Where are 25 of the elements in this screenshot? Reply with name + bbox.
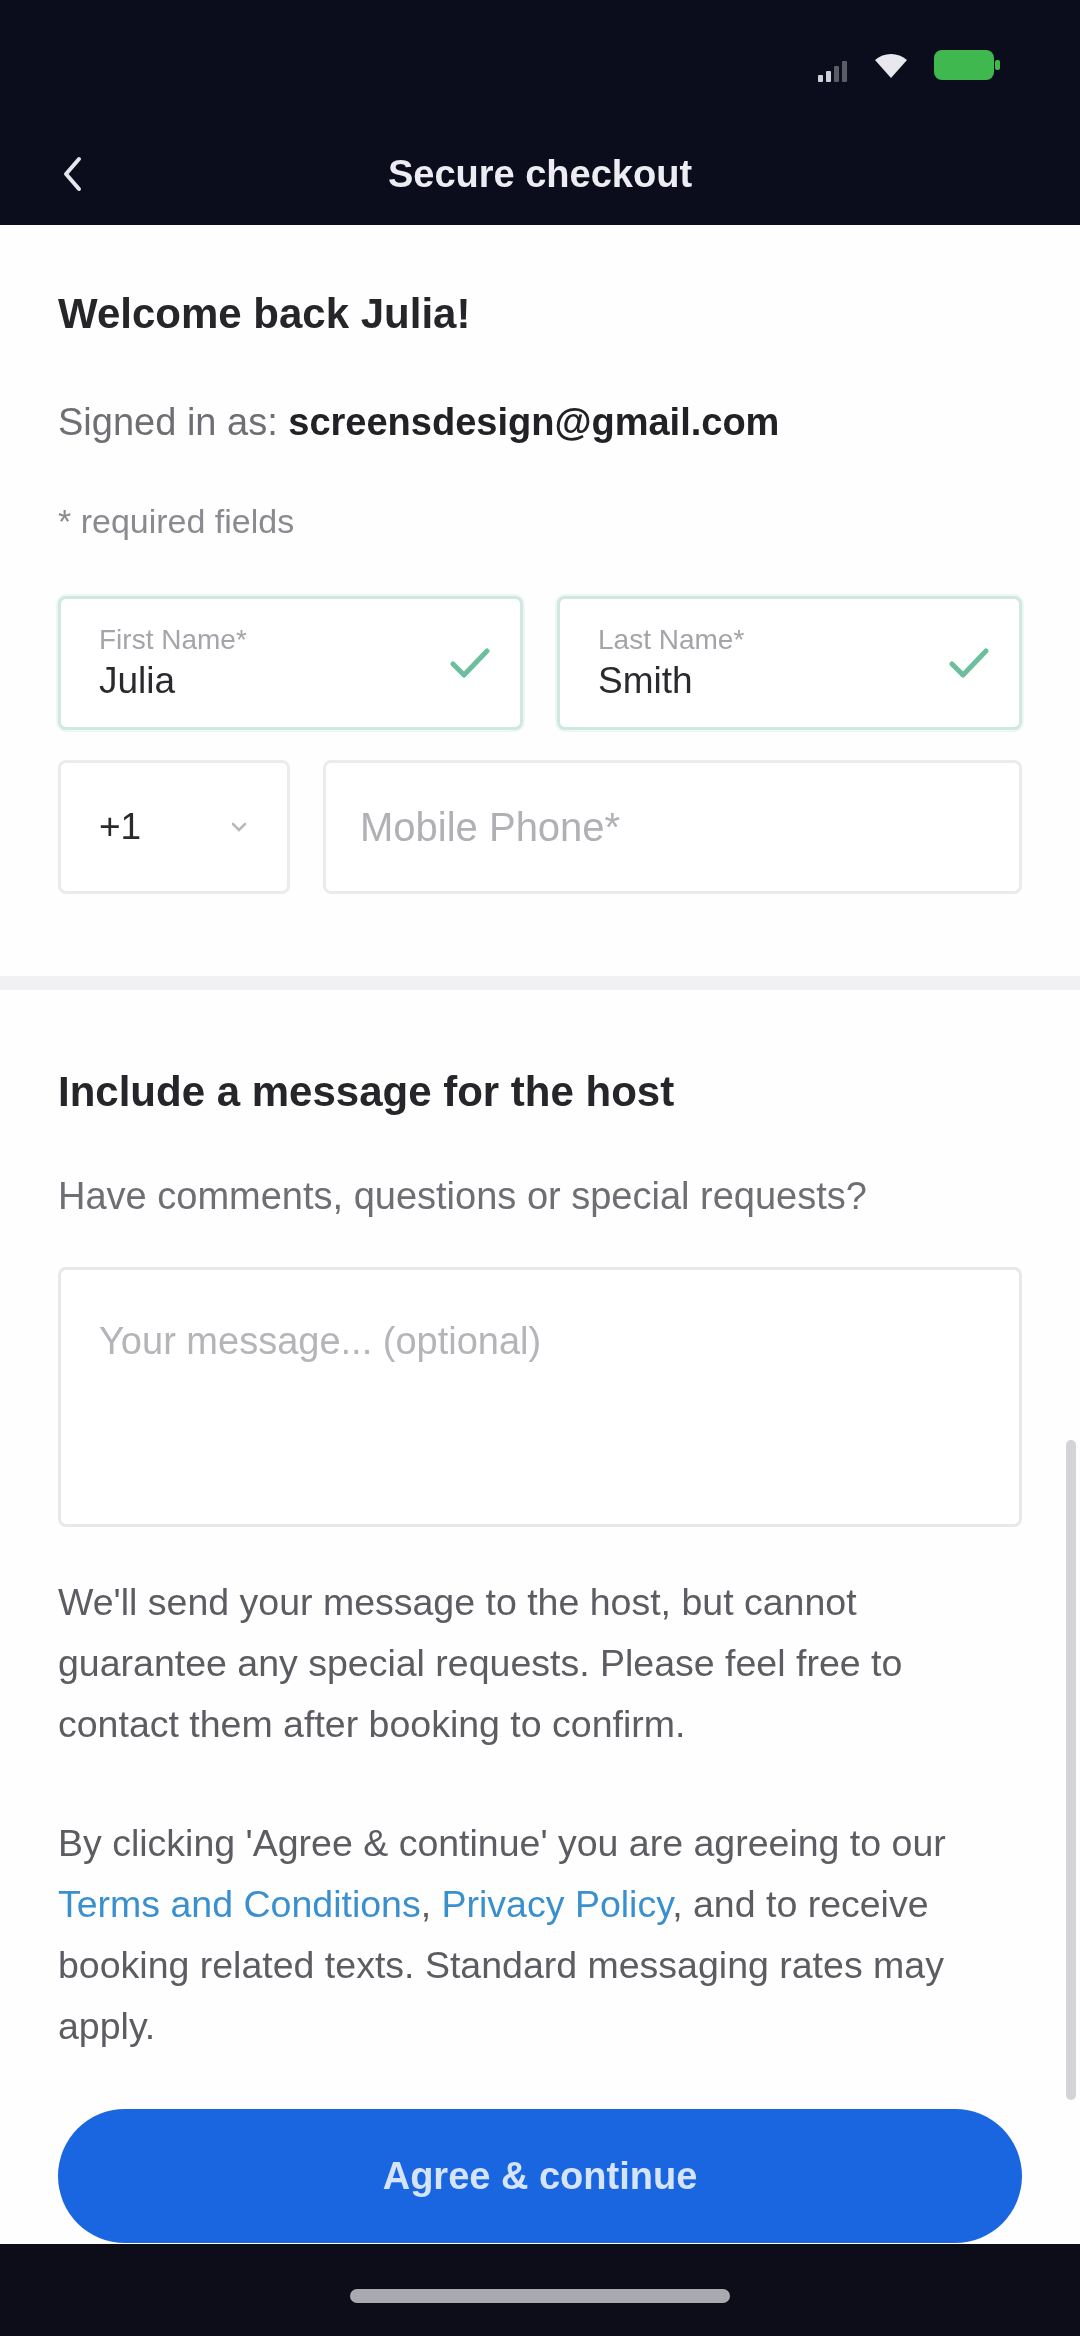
name-field[interactable]: Last Name* Smith [557,596,1022,730]
message-heading: Include a message for the host [58,1069,676,1115]
consent-text: By clicking 'Agree & continue' you are agreeing to our Terms and Conditions, Privacy Policy, and to receive booking related texts. Standard messaging rates may apply. [58,1821,947,2049]
field-value: Smith [598,660,694,702]
chevron-down-icon [231,822,247,832]
chevron-left-icon [62,156,82,192]
checkmark-icon [450,648,490,678]
field-value: Julia [99,660,177,702]
welcome-heading: Welcome back Julia! [58,291,472,337]
agree-button[interactable]: Agree & continue [58,2109,1022,2243]
name-field[interactable]: First Name* Julia [58,596,523,730]
page-title: Secure checkout [387,153,693,196]
field-label: First Name* [99,624,248,656]
country-code-dropdown[interactable]: +1 [58,760,290,894]
wifi-icon [874,52,908,78]
message-prompt: Have comments, questions or special requests? [58,1174,868,1219]
phone-input[interactable]: Mobile Phone* [323,760,1022,894]
message-field[interactable]: Your message... (optional) [58,1267,1022,1527]
required-fields-note: * required fields [58,501,296,541]
checkmark-icon [949,648,989,678]
field-label: Last Name* [598,624,746,656]
message-note: We'll send your message to the host, but cannot guarantee any special requests. Please feel free to contact them after booking to confirm. [58,1580,904,1747]
signal-icon [818,60,848,82]
battery-icon [934,50,1000,80]
signed-in-text: Signed in as: screensdesign@gmail.com [58,400,781,445]
